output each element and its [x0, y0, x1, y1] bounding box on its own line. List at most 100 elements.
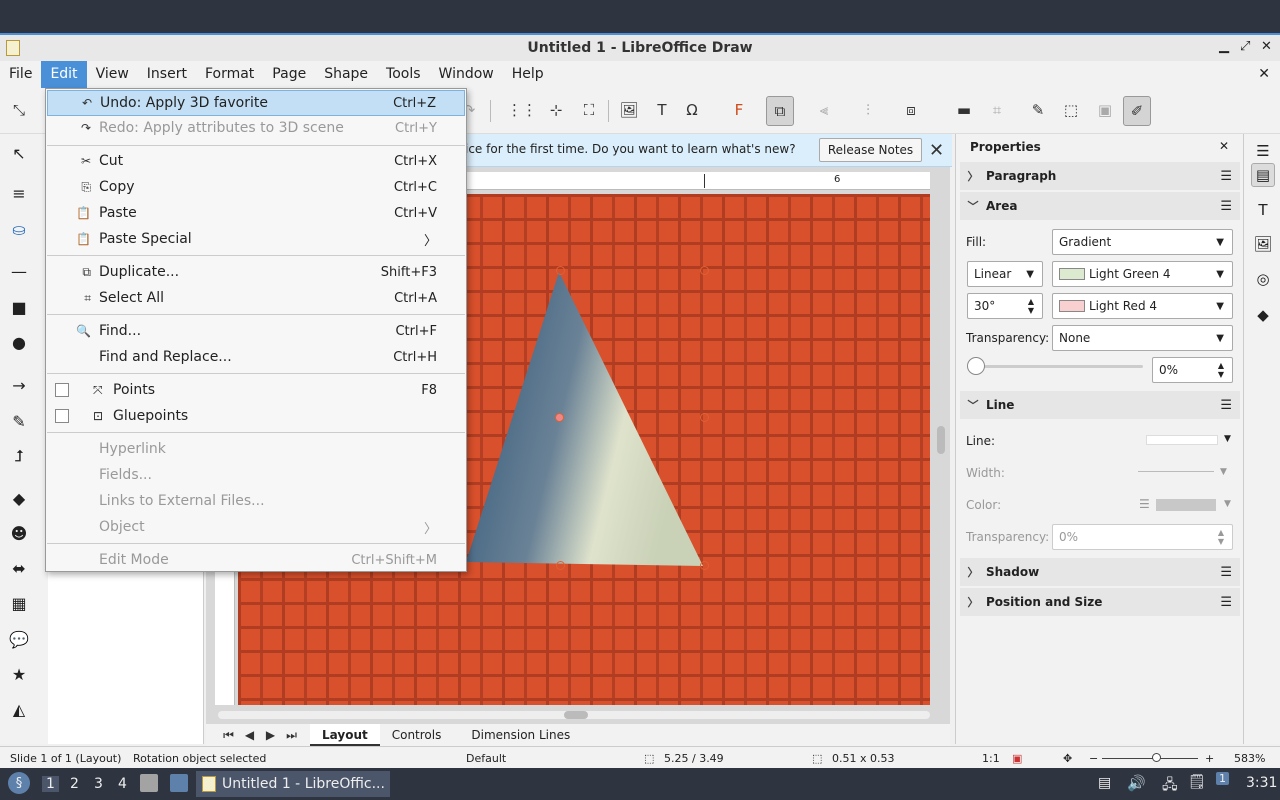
section-area[interactable]: ﹀ Area ☰: [960, 192, 1240, 220]
last-tab-icon[interactable]: ⏭: [281, 728, 302, 743]
selection-handle[interactable]: [700, 561, 709, 570]
zoom-out-icon[interactable]: −: [1089, 752, 1098, 765]
workspace-1[interactable]: 1: [42, 776, 59, 792]
menu-item-hyperlink[interactable]: Hyperlink: [47, 436, 465, 462]
section-line[interactable]: ﹀ Line ☰: [960, 391, 1240, 419]
menu-item-paste[interactable]: 📋 Paste Ctrl+V: [47, 200, 465, 226]
zoom-level[interactable]: 583%: [1234, 752, 1265, 765]
basic-shapes-icon[interactable]: ◆: [8, 487, 30, 509]
menu-item-copy[interactable]: ⎘ Copy Ctrl+C: [47, 174, 465, 200]
workspace-4[interactable]: 4: [118, 776, 127, 792]
menu-item-fields[interactable]: Fields...: [47, 462, 465, 488]
helplines-icon[interactable]: ⊹: [545, 99, 567, 121]
task-libreoffice-draw[interactable]: Untitled 1 - LibreOffic...: [196, 771, 390, 797]
selection-handle[interactable]: [700, 266, 709, 275]
symbol-shapes-icon[interactable]: ☻: [8, 522, 30, 544]
sidebar-close-icon[interactable]: ✕: [1219, 139, 1229, 153]
gradient-angle-spin[interactable]: 30° ▲ ▼: [967, 293, 1043, 319]
menu-insert[interactable]: Insert: [138, 61, 196, 88]
more-options-icon[interactable]: ☰: [1220, 595, 1232, 610]
pyramid-shape[interactable]: [466, 272, 703, 566]
workspace-2[interactable]: 2: [70, 776, 79, 792]
notification-icon[interactable]: 1: [1216, 772, 1229, 785]
zoom-in-icon[interactable]: +: [1205, 752, 1214, 765]
crop-icon[interactable]: ⌗: [986, 99, 1008, 121]
dropdown-arrow-icon[interactable]: ▼: [1224, 499, 1231, 509]
tab-controls[interactable]: Controls: [380, 724, 454, 746]
menu-item-points[interactable]: ⤧ Points F8: [47, 377, 465, 403]
fill-type-dropdown[interactable]: Gradient ▼: [1052, 229, 1233, 255]
close-document-icon[interactable]: ✕: [1258, 66, 1270, 82]
rectangle-icon[interactable]: ■: [8, 296, 30, 318]
menu-item-links[interactable]: Links to External Files...: [47, 488, 465, 514]
menu-item-paste-special[interactable]: 📋 Paste Special 〉: [47, 226, 465, 252]
spin-arrows-icon[interactable]: ▲ ▼: [1028, 297, 1034, 315]
3d-object-icon[interactable]: ▣: [1094, 99, 1116, 121]
menu-item-cut[interactable]: ✂ Cut Ctrl+X: [47, 148, 465, 174]
line-style-preview[interactable]: [1146, 435, 1218, 445]
menu-item-select-all[interactable]: ⌗ Select All Ctrl+A: [47, 285, 465, 311]
dropdown-arrow-icon[interactable]: ▼: [1224, 434, 1231, 444]
menu-item-object[interactable]: Object 〉: [47, 514, 465, 540]
close-window-icon[interactable]: ✕: [1261, 39, 1272, 54]
more-options-icon[interactable]: ☰: [1220, 199, 1232, 214]
spin-arrows-icon[interactable]: ▲ ▼: [1218, 528, 1224, 546]
shadow-icon[interactable]: ▬: [953, 99, 975, 121]
desktop-icon[interactable]: [170, 774, 188, 792]
connector-icon[interactable]: ⮥: [8, 445, 30, 467]
menu-shape[interactable]: Shape: [315, 61, 377, 88]
menu-window[interactable]: Window: [430, 61, 503, 88]
sidebar-menu-icon[interactable]: ☰: [1251, 139, 1275, 163]
minimize-icon[interactable]: ▁: [1219, 39, 1229, 54]
line-color-swatch[interactable]: [1156, 499, 1216, 511]
vertical-scroll-thumb[interactable]: [937, 426, 945, 454]
more-options-icon[interactable]: ☰: [1220, 565, 1232, 580]
horizontal-scrollbar[interactable]: [218, 711, 930, 719]
menu-tools[interactable]: Tools: [377, 61, 430, 88]
insert-image-icon[interactable]: 🖼: [618, 99, 640, 121]
transparency-percent-field[interactable]: 0% ▲ ▼: [1152, 357, 1233, 383]
special-character-icon[interactable]: Ω: [681, 99, 703, 121]
fit-page-icon[interactable]: ✥: [1063, 752, 1072, 765]
vertical-scrollbar[interactable]: [935, 190, 947, 710]
horizontal-scroll-thumb[interactable]: [564, 711, 588, 719]
arrange-icon[interactable]: ⫶: [857, 99, 879, 121]
section-paragraph[interactable]: 〉 Paragraph ☰: [960, 162, 1240, 190]
selection-handle[interactable]: [700, 413, 709, 422]
prev-tab-icon[interactable]: ◀: [239, 728, 260, 742]
more-options-icon[interactable]: ☰: [1220, 398, 1232, 413]
zoom-slider-thumb[interactable]: [1152, 753, 1161, 762]
properties-icon[interactable]: ▤: [1251, 163, 1275, 187]
menu-item-undo[interactable]: ↶ Undo: Apply 3D favorite Ctrl+Z: [47, 90, 465, 116]
section-shadow[interactable]: 〉 Shadow ☰: [960, 558, 1240, 586]
tab-layout[interactable]: Layout: [310, 724, 380, 746]
fontwork-icon[interactable]: F: [728, 99, 750, 121]
points-checkbox[interactable]: [55, 383, 69, 397]
section-position-size[interactable]: 〉 Position and Size ☰: [960, 588, 1240, 616]
line-width-preview[interactable]: [1138, 471, 1214, 472]
menu-page[interactable]: Page: [263, 61, 315, 88]
clipboard-icon[interactable]: ▤: [1098, 775, 1111, 791]
menu-edit[interactable]: Edit: [41, 61, 87, 88]
styles-icon[interactable]: T: [1251, 198, 1275, 222]
dropdown-arrow-icon[interactable]: ▼: [1220, 467, 1227, 477]
zoom-page-icon[interactable]: ⛶: [578, 99, 600, 121]
menu-view[interactable]: View: [87, 61, 138, 88]
file-manager-icon[interactable]: [140, 774, 158, 792]
grid-icon[interactable]: ⋮⋮: [507, 99, 537, 121]
line-color-icon[interactable]: ≡: [8, 182, 30, 204]
shapes-icon[interactable]: ◆: [1251, 303, 1275, 327]
arrow-line-icon[interactable]: →: [8, 374, 30, 396]
insert-textbox-icon[interactable]: T: [651, 99, 673, 121]
selection-handle[interactable]: [556, 561, 565, 570]
stars-icon[interactable]: ★: [8, 663, 30, 685]
release-notes-button[interactable]: Release Notes: [819, 138, 922, 162]
line-icon[interactable]: —: [8, 260, 30, 282]
master-page-status[interactable]: Default: [466, 752, 506, 765]
menu-item-duplicate[interactable]: ⧉ Duplicate... Shift+F3: [47, 259, 465, 285]
menu-file[interactable]: File: [0, 61, 41, 88]
infobar-close-icon[interactable]: ✕: [929, 140, 944, 161]
menu-item-redo[interactable]: ↷ Redo: Apply attributes to 3D scene Ctrl+…: [47, 115, 465, 141]
network-icon[interactable]: 🖧: [1162, 774, 1178, 798]
transparency-slider[interactable]: [968, 365, 1143, 368]
